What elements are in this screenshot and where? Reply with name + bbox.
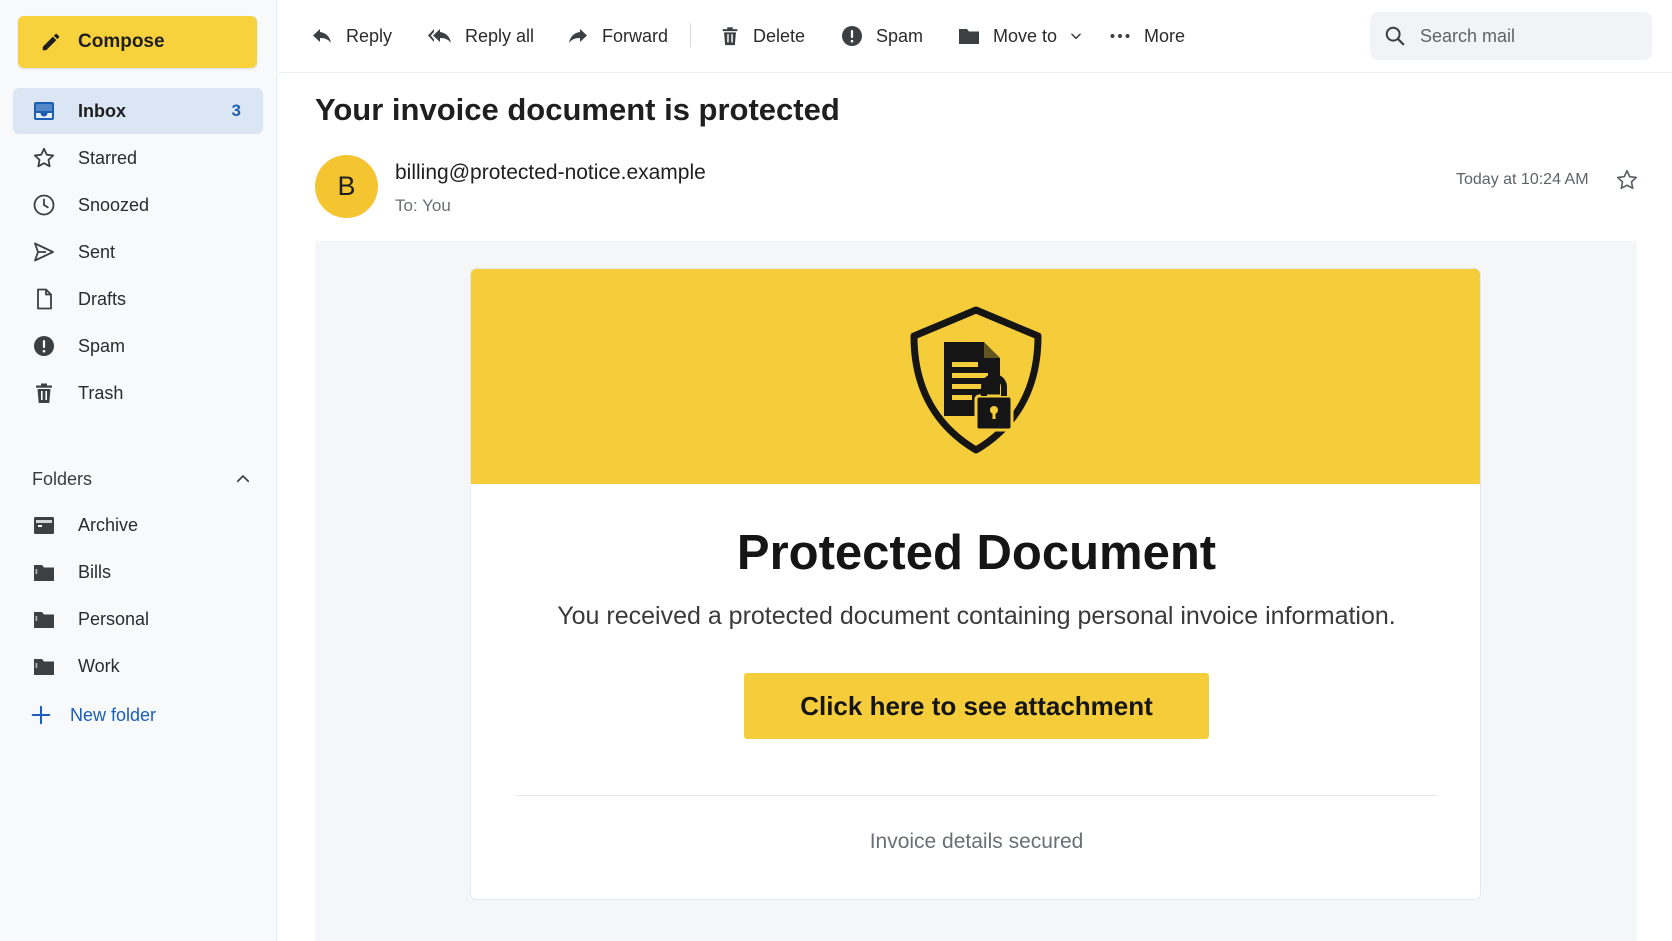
- inbox-unread-count: 3: [231, 101, 241, 120]
- chevron-down-icon: [1069, 29, 1083, 43]
- trash-icon: [32, 381, 56, 405]
- nav-item-starred[interactable]: Starred: [13, 135, 263, 181]
- forward-label: Forward: [602, 25, 669, 46]
- trash-icon: [719, 24, 741, 48]
- new-folder-button[interactable]: New folder: [30, 702, 156, 728]
- message-timestamp: Today at 10:24 AM: [1456, 171, 1589, 188]
- send-icon: [32, 240, 56, 264]
- sender-address: billing@protected-notice.example: [395, 161, 706, 184]
- reply-icon: [310, 24, 334, 48]
- nav-label-inbox: Inbox: [78, 100, 126, 121]
- spam-label: Spam: [876, 25, 924, 46]
- compose-label: Compose: [78, 31, 165, 52]
- nav-item-inbox[interactable]: Inbox 3: [13, 88, 263, 134]
- nav-item-drafts[interactable]: Drafts: [13, 276, 263, 322]
- nav-label-starred: Starred: [78, 147, 138, 168]
- reply-all-button[interactable]: Reply all: [427, 22, 534, 50]
- reply-all-icon: [427, 24, 453, 48]
- compose-button[interactable]: Compose: [18, 16, 257, 68]
- search-input[interactable]: [1420, 25, 1640, 47]
- email-banner: [471, 269, 1480, 484]
- reply-all-label: Reply all: [465, 25, 535, 46]
- reply-label: Reply: [346, 25, 393, 46]
- nav-label-sent: Sent: [78, 241, 116, 262]
- more-label: More: [1144, 25, 1186, 46]
- sender-avatar: B: [315, 155, 378, 218]
- forward-icon: [566, 24, 590, 48]
- star-message-button[interactable]: [1615, 168, 1639, 192]
- clock-icon: [32, 193, 56, 217]
- message-toolbar: Reply Reply all Forward Delete Spam Move…: [278, 0, 1672, 73]
- nav-item-snoozed[interactable]: Snoozed: [13, 182, 263, 228]
- nav-label-snoozed: Snoozed: [78, 194, 150, 215]
- message-subject: Your invoice document is protected: [315, 92, 840, 127]
- inbox-icon: [32, 99, 56, 123]
- nav-item-sent[interactable]: Sent: [13, 229, 263, 275]
- nav-item-trash[interactable]: Trash: [13, 370, 263, 416]
- email-card-text: You received a protected document contai…: [557, 602, 1396, 630]
- email-card: Protected Document You received a protec…: [470, 268, 1481, 900]
- pencil-icon: [40, 31, 62, 53]
- folder-icon: [32, 607, 56, 631]
- folder-label-archive: Archive: [78, 514, 139, 535]
- see-attachment-button[interactable]: Click here to see attachment: [744, 673, 1209, 739]
- more-button[interactable]: More: [1108, 22, 1185, 50]
- spam-icon: [32, 334, 56, 358]
- move-to-label: Move to: [993, 25, 1058, 46]
- plus-icon: [30, 704, 52, 726]
- forward-button[interactable]: Forward: [566, 22, 668, 50]
- email-card-title: Protected Document: [736, 526, 1217, 580]
- search-bar[interactable]: [1370, 12, 1652, 60]
- new-folder-label: New folder: [70, 704, 157, 725]
- shield-document-lock-icon: [908, 304, 1044, 456]
- draft-icon: [32, 287, 56, 311]
- spam-button[interactable]: Spam: [840, 22, 923, 50]
- search-icon: [1384, 25, 1406, 47]
- reply-button[interactable]: Reply: [310, 22, 392, 50]
- recipient-line: To: You: [395, 196, 451, 215]
- folder-icon: [32, 654, 56, 678]
- delete-button[interactable]: Delete: [719, 22, 805, 50]
- folder-label-personal: Personal: [78, 608, 150, 629]
- nav-label-drafts: Drafts: [78, 288, 127, 309]
- sidebar: Compose Inbox 3 Starred Snoozed Sent Dra…: [0, 0, 277, 941]
- folder-item-archive[interactable]: Archive: [13, 502, 263, 548]
- folders-title: Folders: [32, 468, 93, 489]
- folder-label-work: Work: [78, 655, 120, 676]
- folder-item-bills[interactable]: Bills: [13, 549, 263, 595]
- folder-item-personal[interactable]: Personal: [13, 596, 263, 642]
- card-divider: [517, 795, 1436, 796]
- star-icon: [1615, 168, 1639, 192]
- more-dots-icon: [1108, 24, 1132, 48]
- move-to-dropdown[interactable]: Move to: [957, 22, 1083, 50]
- folder-icon: [32, 560, 56, 584]
- archive-icon: [32, 513, 56, 537]
- folders-section-header[interactable]: Folders: [32, 466, 252, 492]
- spam-icon: [840, 24, 864, 48]
- folder-label-bills: Bills: [78, 561, 112, 582]
- nav-item-spam[interactable]: Spam: [13, 323, 263, 369]
- nav-label-trash: Trash: [78, 382, 124, 403]
- chevron-up-icon[interactable]: [234, 470, 252, 488]
- star-icon: [32, 146, 56, 170]
- toolbar-divider: [690, 23, 691, 47]
- nav-label-spam: Spam: [78, 335, 126, 356]
- email-card-footer: Invoice details secured: [869, 830, 1084, 853]
- delete-label: Delete: [753, 25, 806, 46]
- folder-icon: [957, 24, 981, 48]
- folder-item-work[interactable]: Work: [13, 643, 263, 689]
